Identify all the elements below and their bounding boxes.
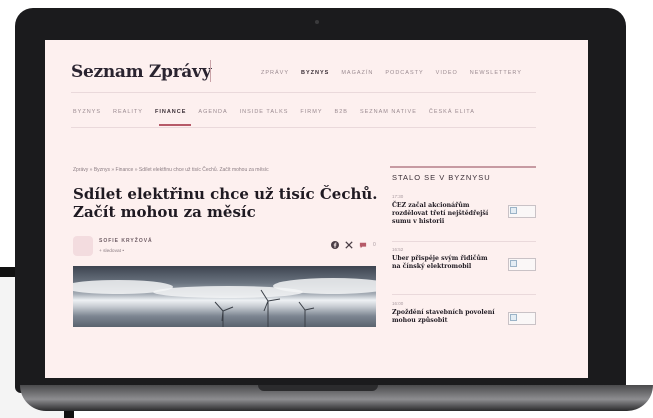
news-time: 17:30 — [392, 194, 404, 199]
sidebar-title: STALO SE V BYZNYSU — [392, 173, 491, 182]
subnav-inside-talks[interactable]: INSIDE TALKS — [240, 109, 289, 115]
topnav-video[interactable]: VIDEO — [436, 70, 458, 76]
subnav-finance[interactable]: FINANCE — [155, 109, 186, 115]
topnav-zpravy[interactable]: ZPRÁVY — [261, 70, 289, 76]
comment-count: 0 — [373, 242, 376, 248]
subnav-agenda[interactable]: AGENDA — [198, 109, 227, 115]
camera-icon — [315, 20, 319, 24]
news-time: 16:00 — [392, 301, 404, 306]
news-headline[interactable]: Zpoždění stavebních povolení mohou způso… — [392, 309, 496, 325]
news-thumbnail[interactable] — [508, 205, 536, 218]
author-avatar[interactable] — [73, 236, 93, 256]
laptop-notch — [258, 385, 378, 391]
topnav-magazin[interactable]: MAGAZÍN — [341, 70, 373, 76]
x-icon[interactable] — [345, 241, 353, 249]
sidebar-news-item[interactable]: 16:52 Uber přispěje svým řidičům na číns… — [392, 247, 536, 271]
sidebar-news-item[interactable]: 17:30 ČEZ začal akcionářům rozdělovat tř… — [392, 194, 536, 226]
comment-icon[interactable] — [359, 242, 367, 249]
news-time: 16:52 — [392, 247, 404, 252]
section-navigation: BYZNYS REALITY FINANCE AGENDA INSIDE TAL… — [73, 109, 475, 115]
sidebar-divider — [392, 294, 536, 295]
subnav-b2b[interactable]: B2B — [335, 109, 348, 115]
header-divider — [71, 92, 536, 93]
wind-turbines-graphic — [214, 289, 315, 327]
top-navigation: ZPRÁVY BYZNYS MAGAZÍN PODCASTY VIDEO NEW… — [261, 70, 522, 76]
laptop-frame: Seznam Zprávy ZPRÁVY BYZNYS MAGAZÍN PODC… — [15, 8, 626, 393]
active-tab-indicator — [159, 124, 191, 126]
site-logo[interactable]: Seznam Zprávy — [71, 62, 211, 82]
subnav-ceska-elita[interactable]: ČESKÁ ELITA — [429, 109, 475, 115]
sidebar-divider — [392, 241, 536, 242]
facebook-icon[interactable] — [331, 241, 339, 249]
topnav-newslettery[interactable]: NEWSLETTERY — [470, 70, 522, 76]
author-name[interactable]: SOFIE KRYŽOVÁ — [99, 238, 153, 244]
share-bar: 0 — [331, 241, 376, 249]
logo-divider — [210, 60, 211, 82]
article-title: Sdílet elektřinu chce už tisíc Čechů. Za… — [73, 185, 378, 221]
article-hero-image[interactable] — [73, 266, 376, 327]
news-thumbnail[interactable] — [508, 312, 536, 325]
follow-button[interactable]: + sledovat • — [99, 249, 124, 254]
subnav-divider — [71, 127, 536, 128]
subnav-firmy[interactable]: FIRMY — [300, 109, 322, 115]
breadcrumb[interactable]: Zprávy » Byznys » Finance » Sdílet elekt… — [73, 167, 269, 173]
subnav-reality[interactable]: REALITY — [113, 109, 143, 115]
news-headline[interactable]: Uber přispěje svým řidičům na čínský ele… — [392, 255, 496, 271]
topnav-podcasty[interactable]: PODCASTY — [385, 70, 423, 76]
user-icon: • — [122, 249, 125, 254]
subnav-seznam-native[interactable]: SEZNAM NATIVE — [360, 109, 417, 115]
news-headline[interactable]: ČEZ začal akcionářům rozdělovat třetí ne… — [392, 202, 496, 226]
news-thumbnail[interactable] — [508, 258, 536, 271]
sidebar-accent-line — [390, 166, 536, 168]
follow-label: + sledovat — [99, 249, 122, 254]
subnav-byznys[interactable]: BYZNYS — [73, 109, 101, 115]
laptop-screen: Seznam Zprávy ZPRÁVY BYZNYS MAGAZÍN PODC… — [45, 40, 588, 378]
sidebar-news-item[interactable]: 16:00 Zpoždění stavebních povolení mohou… — [392, 301, 536, 325]
topnav-byznys[interactable]: BYZNYS — [301, 70, 329, 76]
